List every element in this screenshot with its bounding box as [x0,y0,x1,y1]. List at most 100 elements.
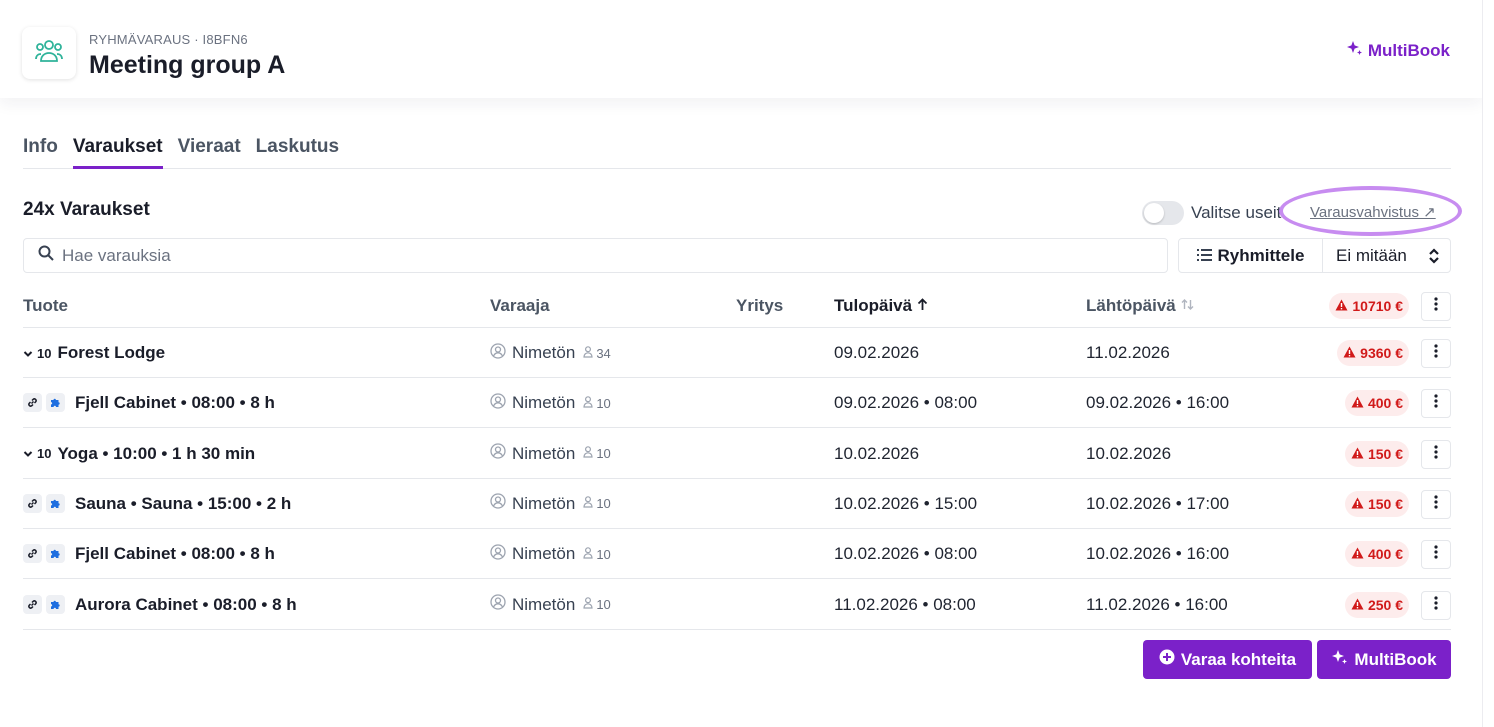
table-row[interactable]: 10 Forest Lodge Nimetön 34 09.02.2026 11… [23,328,1451,378]
column-departure-label: Lähtöpäivä [1086,296,1176,315]
booker-cell: Nimetön 10 [490,429,730,479]
booker: Nimetön [490,393,575,414]
row-menu-button[interactable] [1421,339,1451,368]
price-badge: 150 € [1344,490,1409,517]
product-cell: Fjell Cabinet • 08:00 • 8 h [23,378,483,428]
booker-cell: Nimetön 10 [490,479,730,529]
expand-toggle[interactable]: 10 [23,346,51,361]
plus-circle-icon [1159,649,1175,670]
user-circle-icon [490,342,506,364]
group-by-button[interactable]: Ryhmittele [1178,238,1323,273]
person-icon [583,446,593,461]
column-arrival[interactable]: Tulopäivä [834,296,928,316]
book-items-button[interactable]: Varaa kohteita [1143,640,1312,679]
booker: Nimetön [490,342,575,364]
total-price-badge: 10710 € [1329,293,1409,319]
search-input[interactable] [62,245,1142,266]
tab-laskutus[interactable]: Laskutus [256,134,339,169]
more-vertical-icon [1434,495,1438,514]
column-company[interactable]: Yritys [736,296,783,316]
warning-icon [1351,597,1364,613]
person-icon [583,496,593,511]
scrollbar-track[interactable] [1482,0,1494,727]
list-icon [1196,246,1212,266]
guest-count: 10 [583,546,611,562]
group-by-label: Ryhmittele [1217,245,1305,265]
arrival-cell: 11.02.2026 • 08:00 [834,594,976,614]
row-menu-button[interactable] [1421,439,1451,469]
product-cell: Fjell Cabinet • 08:00 • 8 h [23,529,483,579]
departure-cell: 10.02.2026 • 16:00 [1086,544,1230,564]
warning-icon [1335,298,1348,314]
booking-reference: RYHMÄVARAUS · I8BFN6 [89,32,248,47]
column-departure[interactable]: Lähtöpäivä [1086,296,1194,316]
price-value: 9360 € [1360,345,1403,361]
multibook-button[interactable]: MultiBook [1317,640,1451,679]
table-row[interactable]: Sauna • Sauna • 15:00 • 2 h Nimetön 10 1… [23,479,1451,529]
page-title: Meeting group A [89,51,286,79]
price-badge: 400 € [1344,390,1409,417]
tab-info[interactable]: Info [23,134,58,169]
puzzle-icon [46,594,65,614]
user-circle-icon [490,443,506,464]
price-value: 150 € [1367,445,1403,462]
sort-ascending-icon [917,296,928,316]
table-row[interactable]: 10 Yoga • 10:00 • 1 h 30 min Nimetön 10 … [23,429,1451,479]
expand-toggle[interactable]: 10 [23,446,51,461]
select-multiple-toggle[interactable] [1142,201,1184,225]
search-box[interactable] [23,238,1168,273]
booker-name: Nimetön [512,493,576,513]
link-icon [23,493,42,513]
guest-count-value: 10 [596,546,611,562]
multibook-header-link[interactable]: MultiBook [1346,40,1450,62]
chevron-updown-icon [1428,247,1440,270]
highlight-annotation [1279,186,1462,236]
product-cell: Aurora Cabinet • 08:00 • 8 h [23,580,483,630]
guest-count-value: 10 [596,597,611,612]
price-value: 250 € [1367,596,1403,613]
departure-cell: 10.02.2026 [1086,443,1172,463]
row-menu-button[interactable] [1421,489,1451,519]
person-icon [583,395,593,411]
tab-varaukset[interactable]: Varaukset [72,134,163,169]
table-row[interactable]: Fjell Cabinet • 08:00 • 8 h Nimetön 10 0… [23,378,1451,429]
group-by-select[interactable]: Ei mitään [1322,238,1451,273]
table-menu-button[interactable] [1421,292,1451,321]
row-lead [23,544,69,564]
group-by-selected: Ei mitään [1336,245,1407,265]
row-lead [23,594,69,615]
booker: Nimetön [490,544,575,565]
person-icon [583,597,593,612]
arrival-cell: 09.02.2026 [834,343,920,362]
guest-count-value: 10 [596,496,611,512]
user-circle-icon [490,594,506,615]
company-cell [736,378,826,428]
book-items-label: Varaa kohteita [1180,649,1297,669]
product-name: Sauna • Sauna • 15:00 • 2 h [75,493,292,513]
product-name: Yoga • 10:00 • 1 h 30 min [57,443,256,463]
column-booker[interactable]: Varaaja [490,296,550,316]
column-product[interactable]: Tuote [23,296,68,316]
product-cell: 10 Yoga • 10:00 • 1 h 30 min [23,429,483,479]
row-menu-button[interactable] [1421,590,1451,620]
column-arrival-label: Tulopäivä [834,296,913,315]
departure-cell: 09.02.2026 • 16:00 [1086,393,1230,413]
person-icon [583,546,593,562]
company-cell [736,328,826,378]
company-cell [736,529,826,579]
table-row[interactable]: Fjell Cabinet • 08:00 • 8 h Nimetön 10 1… [23,529,1451,580]
row-menu-button[interactable] [1421,389,1451,419]
departure-cell: 10.02.2026 • 17:00 [1086,493,1230,513]
product-cell: 10 Forest Lodge [23,328,483,378]
table-header: Tuote Varaaja Yritys Tulopäivä Lähtöpäiv… [23,286,1451,328]
warning-icon [1351,496,1364,512]
guest-count-value: 34 [596,345,611,361]
more-vertical-icon [1434,444,1438,464]
chevron-down-icon [23,446,33,461]
tab-vieraat[interactable]: Vieraat [178,134,241,169]
booker-cell: Nimetön 10 [490,580,730,630]
product-name: Aurora Cabinet • 08:00 • 8 h [75,594,297,614]
table-row[interactable]: Aurora Cabinet • 08:00 • 8 h Nimetön 10 … [23,580,1451,630]
departure-cell: 11.02.2026 • 16:00 [1086,594,1228,614]
row-menu-button[interactable] [1421,540,1451,570]
